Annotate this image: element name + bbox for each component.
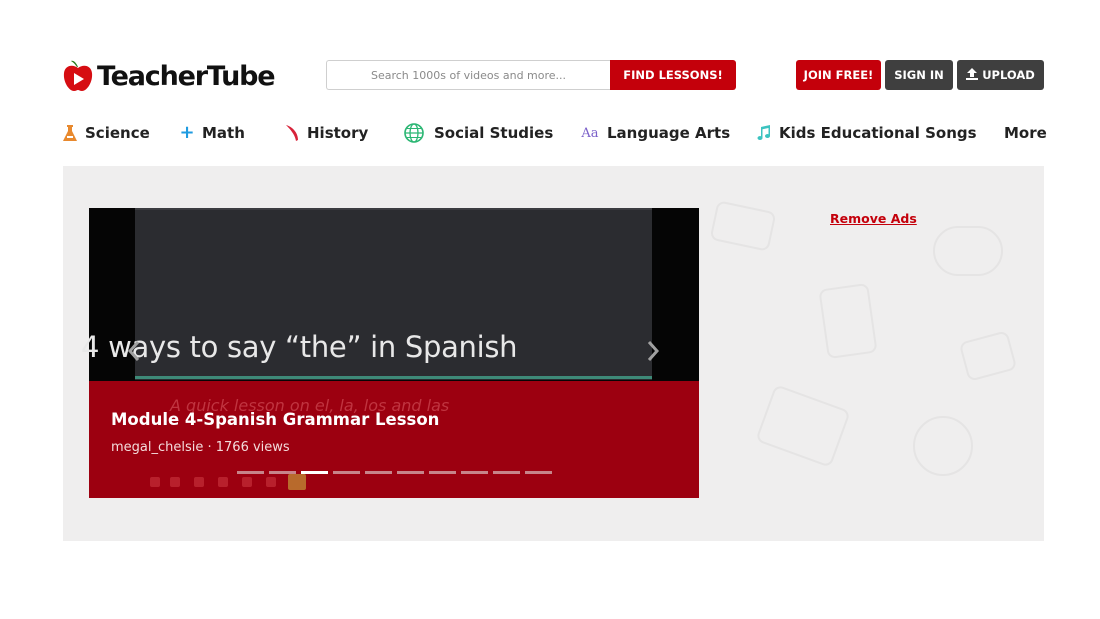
carousel-dot[interactable]	[365, 471, 392, 474]
nav-item-language-arts[interactable]: Aa Language Arts	[580, 121, 730, 145]
logo-text: TeacherTube	[97, 60, 276, 92]
video-toolbar-ghost	[140, 474, 320, 496]
nav-label: Language Arts	[607, 124, 731, 142]
music-note-icon	[756, 125, 772, 141]
join-free-button[interactable]: JOIN FREE!	[796, 60, 881, 90]
carousel-dot[interactable]	[461, 471, 488, 474]
chevron-left-icon	[127, 341, 140, 361]
plus-icon: +	[179, 122, 195, 143]
nav-item-kids-educational-songs[interactable]: Kids Educational Songs	[756, 121, 977, 145]
quill-icon	[284, 125, 300, 141]
background-doodle	[933, 226, 1003, 276]
carousel-dot[interactable]	[397, 471, 424, 474]
carousel-dot[interactable]	[493, 471, 520, 474]
sign-in-button[interactable]: SIGN IN	[885, 60, 953, 90]
nav-label: History	[307, 124, 369, 142]
chevron-right-icon	[647, 341, 660, 361]
letters-icon: Aa	[581, 125, 599, 141]
nav-label: Science	[85, 124, 150, 142]
carousel-dot[interactable]	[429, 471, 456, 474]
nav-label: Math	[202, 124, 245, 142]
slide-meta: megal_chelsie · 1766 views	[111, 440, 290, 455]
carousel-next-button[interactable]	[646, 340, 660, 366]
upload-label: UPLOAD	[982, 68, 1035, 82]
join-label: JOIN FREE!	[803, 68, 874, 82]
subject-nav: Science + Math History Social Studies Aa…	[62, 121, 1047, 145]
nav-item-history[interactable]: History	[284, 121, 368, 145]
upload-icon	[966, 67, 979, 83]
carousel-dot[interactable]	[333, 471, 360, 474]
globe-icon	[403, 123, 425, 143]
slide-title[interactable]: Module 4-Spanish Grammar Lesson	[111, 410, 439, 429]
apple-play-icon	[62, 58, 94, 94]
background-doodle	[913, 416, 973, 476]
search-input[interactable]	[326, 60, 610, 90]
nav-label: Kids Educational Songs	[779, 124, 977, 142]
background-doodle	[818, 282, 878, 360]
background-doodle	[958, 330, 1018, 382]
carousel-prev-button[interactable]	[127, 340, 141, 366]
video-divider	[135, 376, 652, 379]
sign-in-label: SIGN IN	[894, 68, 944, 82]
carousel-dot-active[interactable]	[301, 471, 328, 474]
background-doodle	[709, 200, 777, 252]
carousel-dot[interactable]	[237, 471, 264, 474]
find-lessons-button[interactable]: FIND LESSONS!	[610, 60, 736, 90]
carousel-dot[interactable]	[525, 471, 552, 474]
nav-label: Social Studies	[434, 124, 554, 142]
nav-label: More	[1004, 124, 1047, 142]
nav-item-math[interactable]: + Math	[179, 121, 245, 145]
nav-item-science[interactable]: Science	[62, 121, 150, 145]
nav-item-social-studies[interactable]: Social Studies	[403, 121, 553, 145]
nav-item-more[interactable]: More	[1004, 121, 1047, 145]
flask-icon	[62, 125, 78, 141]
site-logo[interactable]: TeacherTube	[62, 56, 276, 96]
background-doodle	[755, 384, 851, 468]
upload-button[interactable]: UPLOAD	[957, 60, 1044, 90]
carousel-dot[interactable]	[269, 471, 296, 474]
video-frame-title: 4 ways to say “the” in Spanish	[81, 330, 518, 364]
remove-ads-link[interactable]: Remove Ads	[830, 211, 917, 226]
